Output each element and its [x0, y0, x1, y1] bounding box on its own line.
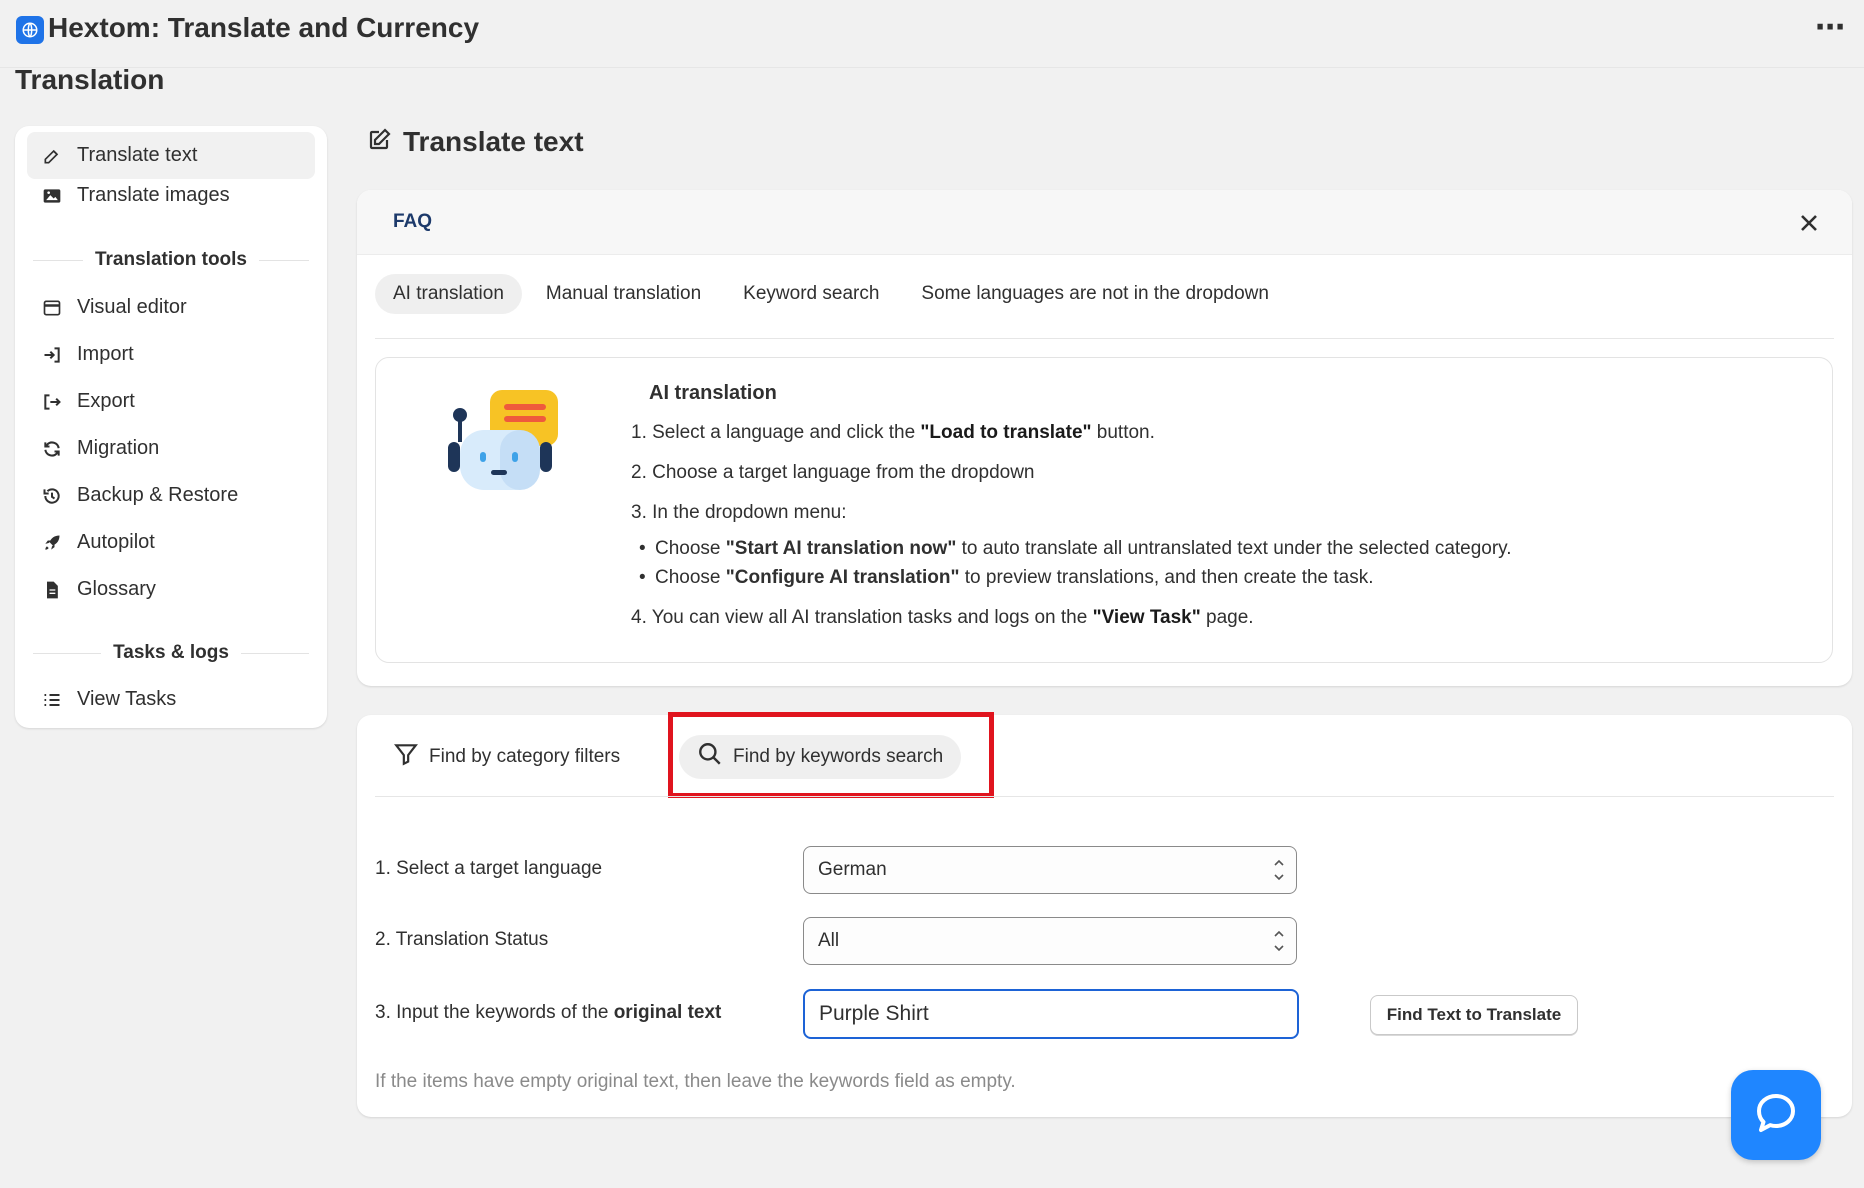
tab-label: Find by category filters [429, 746, 621, 767]
app-title: Hextom: Translate and Currency [48, 12, 480, 43]
edit-icon [41, 145, 63, 167]
more-actions-button[interactable]: ⋯ [1815, 10, 1846, 45]
step-1: 1. Select a language and click the "Load… [631, 422, 1155, 443]
sidebar-item-autopilot[interactable]: Autopilot [27, 519, 315, 566]
tab-label: Find by keywords search [733, 746, 944, 767]
sidebar-item-export[interactable]: Export [27, 378, 315, 425]
import-icon [41, 344, 63, 366]
section-tasks-logs: Tasks & logs [33, 641, 309, 665]
select-chevron-icon [1274, 930, 1284, 952]
faq-label: FAQ [393, 211, 433, 232]
sidebar-item-backup-restore[interactable]: Backup & Restore [27, 472, 315, 519]
top-bar: Hextom: Translate and Currency ⋯ [0, 0, 1864, 68]
step-3-bullet-1: Choose "Start AI translation now" to aut… [639, 536, 1512, 563]
sidebar-item-label: Visual editor [77, 296, 187, 318]
sidebar-item-translate-images[interactable]: Translate images [27, 172, 315, 219]
faq-content-panel: AI translation 1. Select a language and … [375, 357, 1833, 663]
sidebar-item-label: Glossary [77, 578, 156, 600]
chat-bubble-icon [1753, 1090, 1799, 1141]
document-icon [41, 579, 63, 601]
section-translation-tools: Translation tools [33, 248, 309, 272]
faq-tab-ai-translation[interactable]: AI translation [375, 274, 522, 314]
sidebar-item-visual-editor[interactable]: Visual editor [27, 284, 315, 331]
search-card: Find by category filters Find by keyword… [357, 712, 1852, 1117]
faq-card: FAQ AI translation Manual translation Ke… [357, 190, 1852, 686]
close-icon[interactable] [1794, 208, 1824, 238]
page-title: Translation [15, 64, 165, 95]
step-2: 2. Choose a target language from the dro… [631, 462, 1035, 483]
export-icon [41, 391, 63, 413]
image-icon [41, 185, 63, 207]
sidebar: Translate text Translate images Translat… [15, 126, 327, 728]
chat-support-button[interactable] [1731, 1070, 1821, 1160]
content-title: AI translation [649, 382, 777, 404]
list-icon [41, 689, 63, 711]
rocket-icon [41, 532, 63, 554]
robot-chat-illustration [446, 390, 566, 515]
sidebar-item-import[interactable]: Import [27, 331, 315, 378]
divider [375, 796, 1834, 797]
tab-find-by-keywords[interactable]: Find by keywords search [679, 735, 962, 779]
find-text-button[interactable]: Find Text to Translate [1370, 995, 1578, 1035]
history-icon [41, 485, 63, 507]
step-3-bullet-2: Choose "Configure AI translation" to pre… [639, 565, 1374, 592]
main-title: Translate text [403, 126, 584, 157]
faq-header: FAQ [357, 190, 1852, 255]
step-3: 3. In the dropdown menu: [631, 502, 847, 523]
sidebar-item-label: Backup & Restore [77, 484, 239, 506]
sidebar-item-label: Autopilot [77, 531, 155, 553]
target-language-select[interactable]: German [803, 846, 1297, 894]
divider [375, 338, 1834, 339]
faq-tab-languages-missing[interactable]: Some languages are not in the dropdown [903, 274, 1287, 314]
translation-status-label: 2. Translation Status [375, 929, 549, 950]
step-4: 4. You can view all AI translation tasks… [631, 607, 1254, 628]
sidebar-item-label: Translate images [77, 184, 230, 206]
edit-icon [367, 127, 391, 157]
keywords-label: 3. Input the keywords of the original te… [375, 1002, 722, 1023]
faq-tabs: AI translation Manual translation Keywor… [375, 274, 1293, 314]
help-text: If the items have empty original text, t… [375, 1071, 1016, 1092]
sidebar-item-label: View Tasks [77, 688, 177, 710]
faq-tab-keyword-search[interactable]: Keyword search [725, 274, 897, 314]
sidebar-item-label: Import [77, 343, 134, 365]
translation-status-select[interactable]: All [803, 917, 1297, 965]
browser-window-icon [41, 297, 63, 319]
sidebar-item-glossary[interactable]: Glossary [27, 566, 315, 613]
faq-tab-manual-translation[interactable]: Manual translation [528, 274, 719, 314]
search-icon [697, 741, 723, 773]
keywords-input[interactable] [803, 989, 1299, 1039]
sidebar-item-migration[interactable]: Migration [27, 425, 315, 472]
main-header: Translate text [367, 126, 584, 158]
refresh-icon [41, 438, 63, 460]
globe-icon [16, 16, 44, 44]
sidebar-item-label: Export [77, 390, 135, 412]
sidebar-item-view-tasks[interactable]: View Tasks [27, 676, 315, 723]
tab-find-by-category[interactable]: Find by category filters [375, 735, 638, 779]
target-language-label: 1. Select a target language [375, 858, 603, 879]
sidebar-item-label: Translate text [77, 144, 198, 166]
select-chevron-icon [1274, 859, 1284, 881]
filter-icon [393, 741, 419, 773]
sidebar-item-label: Migration [77, 437, 160, 459]
